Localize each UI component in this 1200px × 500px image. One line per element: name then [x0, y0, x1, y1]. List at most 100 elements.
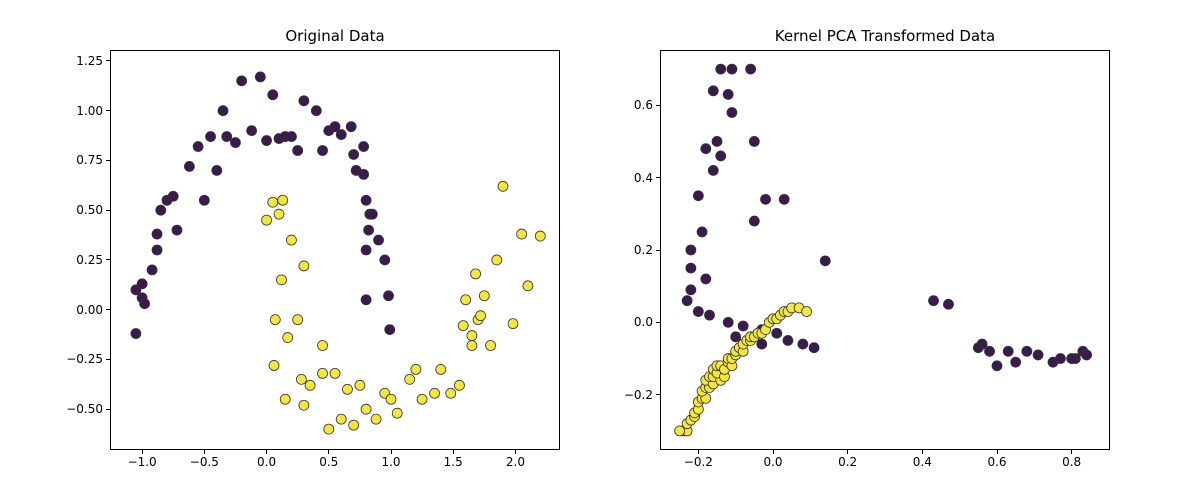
x-tick-mark	[515, 449, 516, 454]
data-point	[716, 151, 726, 161]
data-point	[299, 400, 309, 410]
y-tick-mark	[106, 409, 111, 410]
data-point	[156, 205, 166, 215]
data-point	[168, 191, 178, 201]
data-point	[486, 341, 496, 351]
data-point	[152, 245, 162, 255]
data-point	[342, 384, 352, 394]
y-tick-label: 1.00	[76, 104, 103, 118]
data-point	[498, 181, 508, 191]
data-point	[772, 328, 782, 338]
y-tick-mark	[656, 105, 661, 106]
x-tick-label: 0.6	[987, 455, 1006, 469]
data-point	[723, 89, 733, 99]
data-point	[761, 194, 771, 204]
axes-kernel-pca: Kernel PCA Transformed Data −0.20.00.20.…	[660, 50, 1110, 450]
data-point	[269, 360, 279, 370]
data-point	[430, 388, 440, 398]
data-point	[374, 235, 384, 245]
data-point	[417, 394, 427, 404]
y-tick-label: 0.25	[76, 253, 103, 267]
y-tick-label: −0.25	[66, 352, 103, 366]
data-point	[723, 317, 733, 327]
data-point	[1048, 357, 1058, 367]
data-point	[140, 299, 150, 309]
data-point	[686, 245, 696, 255]
data-point	[336, 414, 346, 424]
data-point	[193, 142, 203, 152]
x-tick-label: 0.5	[319, 455, 338, 469]
data-point	[262, 136, 272, 146]
data-point	[218, 106, 228, 116]
x-tick-label: 0.2	[838, 455, 857, 469]
data-point	[318, 146, 328, 156]
data-point	[727, 108, 737, 118]
data-point	[454, 380, 464, 390]
x-tick-mark	[391, 449, 392, 454]
data-point	[371, 414, 381, 424]
data-point	[361, 295, 371, 305]
data-point	[461, 295, 471, 305]
data-point	[380, 255, 390, 265]
data-point	[701, 274, 711, 284]
data-point	[318, 341, 328, 351]
x-tick-mark	[922, 449, 923, 454]
data-point	[749, 216, 759, 226]
x-tick-label: −1.0	[128, 455, 157, 469]
scatter-plot-left	[111, 51, 561, 451]
data-point	[697, 227, 707, 237]
data-point	[230, 138, 240, 148]
x-tick-mark	[204, 449, 205, 454]
data-point	[708, 165, 718, 175]
x-tick-label: 0.8	[1062, 455, 1081, 469]
data-point	[783, 335, 793, 345]
x-tick-mark	[1071, 449, 1072, 454]
data-point	[446, 388, 456, 398]
data-point	[479, 291, 489, 301]
x-tick-label: 0.0	[257, 455, 276, 469]
data-point	[749, 136, 759, 146]
data-point	[255, 72, 265, 82]
data-point	[701, 144, 711, 154]
y-tick-mark	[656, 394, 661, 395]
data-point	[137, 279, 147, 289]
x-tick-label: 0.4	[913, 455, 932, 469]
y-tick-mark	[106, 259, 111, 260]
data-point	[276, 275, 286, 285]
data-point	[299, 261, 309, 271]
x-tick-label: 0.0	[763, 455, 782, 469]
data-point	[1011, 357, 1021, 367]
data-point	[349, 420, 359, 430]
y-tick-mark	[656, 250, 661, 251]
data-point	[367, 209, 377, 219]
data-point	[278, 195, 288, 205]
data-point	[184, 161, 194, 171]
scatter-plot-right	[661, 51, 1111, 451]
y-tick-mark	[106, 359, 111, 360]
y-tick-mark	[656, 322, 661, 323]
data-point	[199, 195, 209, 205]
y-tick-label: 1.25	[76, 54, 103, 68]
data-point	[324, 424, 334, 434]
data-point	[359, 142, 369, 152]
chart-title-right: Kernel PCA Transformed Data	[661, 27, 1109, 45]
data-point	[299, 96, 309, 106]
y-tick-label: 0.2	[634, 243, 653, 257]
data-point	[992, 361, 1002, 371]
data-point	[268, 197, 278, 207]
data-point	[779, 194, 789, 204]
figure: Original Data −1.0−0.50.00.51.01.52.0−0.…	[0, 0, 1200, 500]
data-point	[523, 281, 533, 291]
data-point	[384, 291, 394, 301]
data-point	[361, 245, 371, 255]
data-point	[757, 339, 767, 349]
data-point	[746, 64, 756, 74]
x-tick-mark	[997, 449, 998, 454]
data-point	[405, 374, 415, 384]
data-point	[206, 132, 216, 142]
data-point	[336, 130, 346, 140]
x-tick-label: −0.2	[684, 455, 713, 469]
data-point	[943, 299, 953, 309]
y-tick-label: 0.75	[76, 153, 103, 167]
data-point	[349, 149, 359, 159]
